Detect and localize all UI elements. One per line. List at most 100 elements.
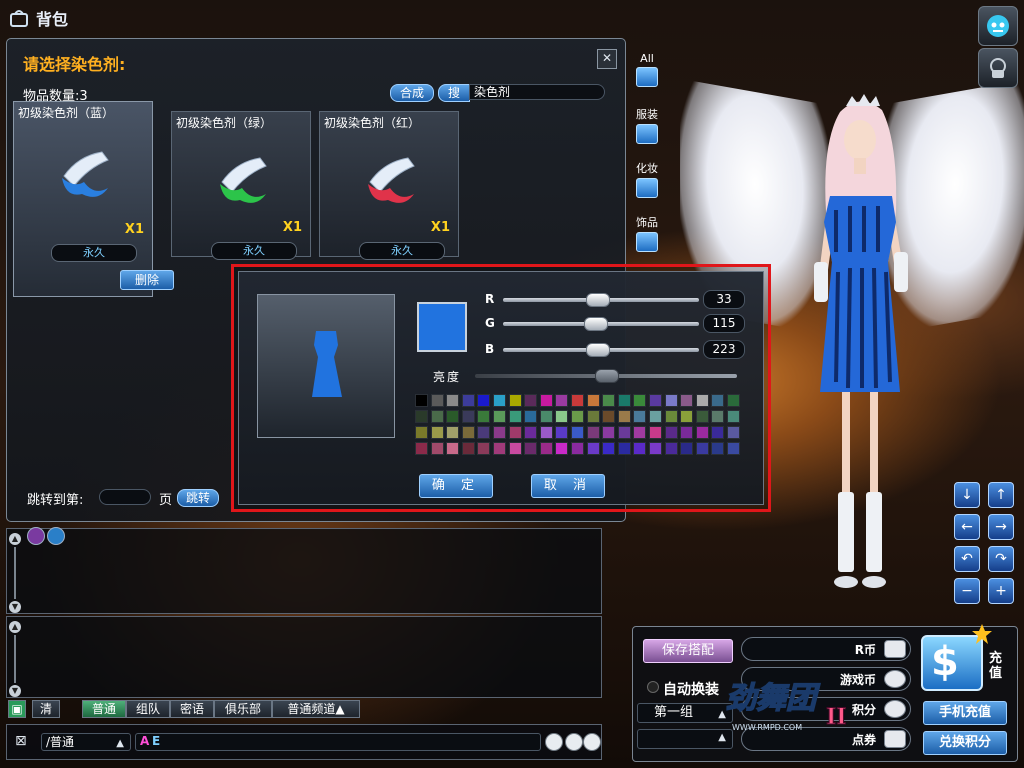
palette-color-cell[interactable] <box>711 410 725 423</box>
palette-color-cell[interactable] <box>633 410 647 423</box>
secondary-select[interactable]: ▲ <box>637 729 733 749</box>
category-tab-clothing[interactable]: 服装 <box>633 106 661 144</box>
chat-tab-normal[interactable]: 普通 <box>82 700 126 718</box>
scroll-track[interactable] <box>14 635 16 683</box>
palette-color-cell[interactable] <box>711 426 725 439</box>
palette-color-cell[interactable] <box>649 394 662 407</box>
palette-color-cell[interactable] <box>430 426 444 439</box>
smiley-icon[interactable] <box>583 733 601 751</box>
category-tab-accessories[interactable]: 饰品 <box>633 214 661 252</box>
palette-color-cell[interactable] <box>695 394 709 407</box>
category-tab-all[interactable]: All <box>633 52 661 87</box>
palette-color-cell[interactable] <box>633 442 647 455</box>
palette-color-cell[interactable] <box>571 426 584 439</box>
palette-color-cell[interactable] <box>571 410 584 423</box>
channel-slider-g[interactable] <box>503 317 699 331</box>
palette-color-cell[interactable] <box>477 426 491 439</box>
arrow-left-icon[interactable]: ← <box>954 514 980 540</box>
compose-button[interactable]: 合成 <box>390 84 434 102</box>
rotate-right-icon[interactable]: ↷ <box>988 546 1014 572</box>
palette-color-cell[interactable] <box>539 442 553 455</box>
chat-bubble-icon[interactable] <box>545 733 563 751</box>
scroll-up-icon[interactable]: ▲ <box>9 533 21 545</box>
palette-color-cell[interactable] <box>508 426 522 439</box>
palette-color-cell[interactable] <box>430 394 444 407</box>
channel-slider-handle[interactable] <box>584 317 608 331</box>
save-outfit-button[interactable]: 保存搭配 <box>643 639 733 663</box>
rotate-left-icon[interactable]: ↶ <box>954 546 980 572</box>
palette-color-cell[interactable] <box>446 394 460 407</box>
zoom-in-icon[interactable]: + <box>988 578 1014 604</box>
chat-close-icon[interactable]: ⊠ <box>15 733 31 749</box>
palette-color-cell[interactable] <box>430 442 444 455</box>
palette-color-cell[interactable] <box>461 442 475 455</box>
palette-color-cell[interactable] <box>415 442 428 455</box>
palette-color-cell[interactable] <box>571 394 584 407</box>
palette-color-cell[interactable] <box>602 426 616 439</box>
chat-tab-team[interactable]: 组队 <box>126 700 170 718</box>
palette-color-cell[interactable] <box>680 442 694 455</box>
chat-tab-whisper[interactable]: 密语 <box>170 700 214 718</box>
palette-color-cell[interactable] <box>695 442 709 455</box>
palette-color-cell[interactable] <box>602 394 616 407</box>
emote-icon[interactable] <box>27 527 45 545</box>
palette-color-cell[interactable] <box>555 442 569 455</box>
channel-value-b[interactable]: 223 <box>703 340 745 359</box>
palette-color-cell[interactable] <box>649 410 662 423</box>
palette-color-cell[interactable] <box>477 394 491 407</box>
palette-color-cell[interactable] <box>664 426 678 439</box>
close-button[interactable]: ✕ <box>597 49 617 69</box>
palette-color-cell[interactable] <box>649 442 662 455</box>
brightness-slider[interactable] <box>475 369 737 383</box>
palette-color-cell[interactable] <box>446 410 460 423</box>
category-tab-makeup[interactable]: 化妆 <box>633 160 661 198</box>
palette-color-cell[interactable] <box>586 394 600 407</box>
palette-color-cell[interactable] <box>493 442 506 455</box>
palette-color-cell[interactable] <box>461 426 475 439</box>
palette-color-cell[interactable] <box>727 442 740 455</box>
scroll-track[interactable] <box>14 547 16 599</box>
arrow-up-icon[interactable]: ↑ <box>988 482 1014 508</box>
channel-value-g[interactable]: 115 <box>703 314 745 333</box>
palette-color-cell[interactable] <box>461 394 475 407</box>
auto-swap-option[interactable]: 自动换装 <box>647 679 719 699</box>
palette-color-cell[interactable] <box>680 410 694 423</box>
palette-color-cell[interactable] <box>617 394 631 407</box>
palette-color-cell[interactable] <box>524 426 538 439</box>
chat-message-input[interactable]: A E <box>135 733 541 751</box>
palette-color-cell[interactable] <box>555 410 569 423</box>
chat-lock-icon[interactable]: ▣ <box>8 700 26 718</box>
palette-color-cell[interactable] <box>727 426 740 439</box>
palette-color-cell[interactable] <box>539 426 553 439</box>
text-color-a[interactable]: A <box>140 734 149 748</box>
palette-color-cell[interactable] <box>617 442 631 455</box>
palette-color-cell[interactable] <box>446 426 460 439</box>
palette-color-cell[interactable] <box>633 426 647 439</box>
palette-color-cell[interactable] <box>493 426 506 439</box>
palette-color-cell[interactable] <box>602 442 616 455</box>
palette-color-cell[interactable] <box>711 394 725 407</box>
zoom-out-icon[interactable]: − <box>954 578 980 604</box>
palette-color-cell[interactable] <box>493 410 506 423</box>
chat-tab-clear[interactable]: 清 <box>32 700 60 718</box>
palette-color-cell[interactable] <box>586 442 600 455</box>
palette-color-cell[interactable] <box>649 426 662 439</box>
palette-color-cell[interactable] <box>477 410 491 423</box>
channel-slider-handle[interactable] <box>586 343 610 357</box>
chat-link-icon[interactable] <box>565 733 583 751</box>
cancel-button[interactable]: 取 消 <box>531 474 605 498</box>
channel-slider-b[interactable] <box>503 343 699 357</box>
palette-color-cell[interactable] <box>524 410 538 423</box>
text-effect-e[interactable]: E <box>152 734 160 748</box>
palette-color-cell[interactable] <box>664 394 678 407</box>
item-card-red-dye[interactable]: 初级染色剂（红） X1 永久 <box>319 111 459 260</box>
page-jump-button[interactable]: 跳转 <box>177 489 219 507</box>
palette-color-cell[interactable] <box>617 410 631 423</box>
exchange-points-button[interactable]: 兑换积分 <box>923 731 1007 755</box>
palette-color-cell[interactable] <box>539 394 553 407</box>
outfit-group-select[interactable]: 第一组 ▲ <box>637 703 733 723</box>
palette-color-cell[interactable] <box>555 394 569 407</box>
item-card-blue-dye[interactable]: 初级染色剂（蓝） X1 永久 删除 <box>13 101 174 297</box>
palette-color-cell[interactable] <box>539 410 553 423</box>
palette-color-cell[interactable] <box>680 394 694 407</box>
